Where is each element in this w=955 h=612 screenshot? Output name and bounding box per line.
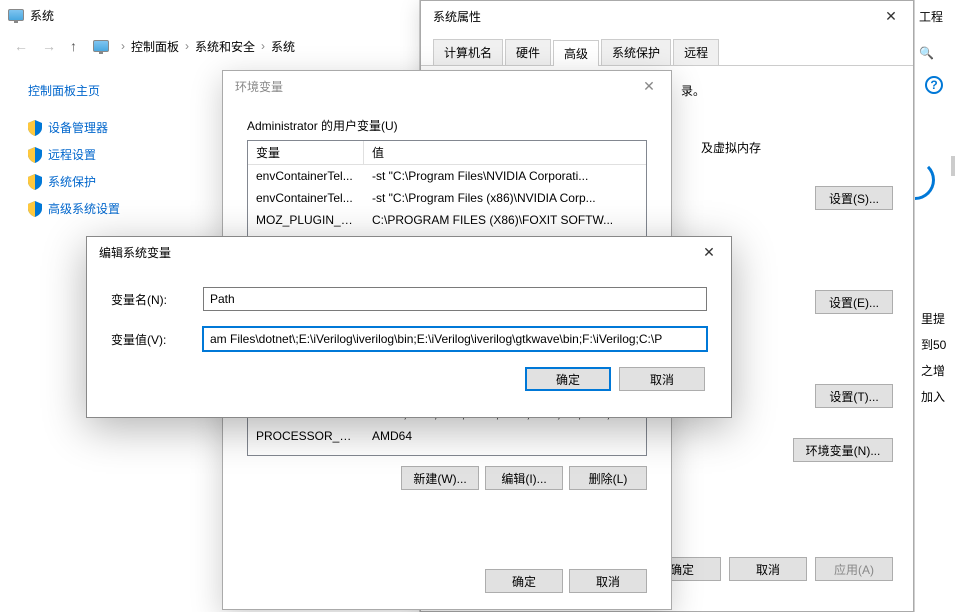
- monitor-icon: [93, 40, 109, 52]
- user-vars-label: Administrator 的用户变量(U): [247, 117, 647, 134]
- variable-name-input[interactable]: [203, 287, 707, 311]
- partial-title: 工程: [919, 8, 943, 25]
- tab-remote[interactable]: 远程: [673, 39, 719, 65]
- col-value[interactable]: 值: [364, 141, 646, 164]
- table-row[interactable]: envContainerTel... -st "C:\Program Files…: [248, 165, 646, 187]
- envvar-title: 环境变量: [235, 78, 283, 95]
- sidebar-item-label: 远程设置: [48, 146, 96, 163]
- var-name: envContainerTel...: [248, 189, 364, 207]
- close-icon[interactable]: ✕: [687, 237, 731, 267]
- delete-sys-var-button[interactable]: 删除(L): [569, 466, 647, 490]
- table-row[interactable]: MOZ_PLUGIN_PA... C:\PROGRAM FILES (X86)\…: [248, 209, 646, 231]
- help-icon[interactable]: ?: [925, 76, 943, 94]
- variable-value-row: 变量值(V):: [111, 327, 707, 351]
- partial-text: 之增: [921, 362, 945, 379]
- table-row[interactable]: PROCESSOR_AR... AMD64: [248, 425, 646, 447]
- chevron-right-icon: ›: [185, 39, 189, 53]
- envvar-bottom-buttons: 确定 取消: [485, 569, 647, 593]
- edit-ok-button[interactable]: 确定: [525, 367, 611, 391]
- back-arrow-icon[interactable]: ←: [10, 36, 32, 56]
- edit-cancel-button[interactable]: 取消: [619, 367, 705, 391]
- settings-e-button[interactable]: 设置(E)...: [815, 290, 893, 314]
- curve-icon: [914, 160, 935, 200]
- sidebar-item-label: 设备管理器: [48, 119, 108, 136]
- tab-advanced[interactable]: 高级: [553, 40, 599, 66]
- edit-dialog-titlebar[interactable]: 编辑系统变量 ✕: [87, 237, 731, 267]
- chevron-right-icon: ›: [261, 39, 265, 53]
- shield-icon: [28, 174, 42, 190]
- envvar-ok-button[interactable]: 确定: [485, 569, 563, 593]
- close-icon[interactable]: ✕: [869, 1, 913, 31]
- up-arrow-icon[interactable]: ↑: [66, 36, 81, 56]
- edit-sys-var-button[interactable]: 编辑(I)...: [485, 466, 563, 490]
- sysprop-apply-button[interactable]: 应用(A): [815, 557, 893, 581]
- right-partial-window: 工程 🔍 ? 里提 到50 之增 加入: [914, 0, 955, 612]
- partial-text: 里提: [921, 310, 945, 327]
- partial-text: 加入: [921, 388, 945, 405]
- sysprop-cancel-button[interactable]: 取消: [729, 557, 807, 581]
- envvar-cancel-button[interactable]: 取消: [569, 569, 647, 593]
- scrollbar-icon[interactable]: [951, 156, 955, 176]
- breadcrumb-item[interactable]: 系统: [271, 38, 295, 55]
- edit-dialog-body: 变量名(N): 变量值(V): 确定 取消: [87, 267, 731, 405]
- envvar-titlebar[interactable]: 环境变量 ✕: [223, 71, 671, 101]
- sidebar-item-label: 高级系统设置: [48, 200, 120, 217]
- tab-protection[interactable]: 系统保护: [601, 39, 671, 65]
- breadcrumb-bar: ← → ↑ › 控制面板 › 系统和安全 › 系统: [0, 30, 419, 62]
- edit-dialog-title: 编辑系统变量: [99, 244, 171, 261]
- search-icon[interactable]: 🔍: [919, 46, 934, 60]
- var-value: AMD64: [364, 427, 646, 445]
- sysprop-title: 系统属性: [433, 8, 481, 25]
- system-window-title: 系统: [30, 7, 54, 24]
- variable-name-row: 变量名(N):: [111, 287, 707, 311]
- sysprop-titlebar[interactable]: 系统属性 ✕: [421, 1, 913, 31]
- forward-arrow-icon[interactable]: →: [38, 36, 60, 56]
- breadcrumb-item[interactable]: 控制面板: [131, 38, 179, 55]
- edit-dialog-buttons: 确定 取消: [111, 367, 707, 391]
- var-value: -st "C:\Program Files\NVIDIA Corporati..…: [364, 167, 646, 185]
- sidebar-item-label: 系统保护: [48, 173, 96, 190]
- settings-s-button[interactable]: 设置(S)...: [815, 186, 893, 210]
- breadcrumb-item[interactable]: 系统和安全: [195, 38, 255, 55]
- partial-text: 到50: [921, 336, 946, 353]
- new-sys-var-button[interactable]: 新建(W)...: [401, 466, 479, 490]
- var-value: -st "C:\Program Files (x86)\NVIDIA Corp.…: [364, 189, 646, 207]
- tab-hardware[interactable]: 硬件: [505, 39, 551, 65]
- sysprop-bottom-buttons: 确定 取消 应用(A): [643, 557, 893, 581]
- system-titlebar: 系统: [0, 0, 419, 30]
- variable-value-input[interactable]: [203, 327, 707, 351]
- sysprop-tabs: 计算机名 硬件 高级 系统保护 远程: [421, 31, 913, 66]
- col-variable[interactable]: 变量: [248, 141, 364, 164]
- close-icon[interactable]: ✕: [627, 71, 671, 101]
- settings-t-button[interactable]: 设置(T)...: [815, 384, 893, 408]
- shield-icon: [28, 120, 42, 136]
- shield-icon: [28, 201, 42, 217]
- chevron-right-icon: ›: [121, 39, 125, 53]
- var-name: MOZ_PLUGIN_PA...: [248, 211, 364, 229]
- var-name: PROCESSOR_AR...: [248, 427, 364, 445]
- table-row[interactable]: envContainerTel... -st "C:\Program Files…: [248, 187, 646, 209]
- variable-value-label: 变量值(V):: [111, 331, 203, 348]
- envvar-button[interactable]: 环境变量(N)...: [793, 438, 893, 462]
- tab-computer-name[interactable]: 计算机名: [433, 39, 503, 65]
- monitor-icon: [8, 9, 24, 21]
- shield-icon: [28, 147, 42, 163]
- var-name: envContainerTel...: [248, 167, 364, 185]
- table-header: 变量 值: [248, 141, 646, 165]
- sys-vars-buttons: 新建(W)... 编辑(I)... 删除(L): [247, 466, 647, 490]
- user-vars-table[interactable]: 变量 值 envContainerTel... -st "C:\Program …: [247, 140, 647, 238]
- variable-name-label: 变量名(N):: [111, 291, 203, 308]
- edit-system-variable-dialog: 编辑系统变量 ✕ 变量名(N): 变量值(V): 确定 取消: [86, 236, 732, 418]
- var-value: C:\PROGRAM FILES (X86)\FOXIT SOFTW...: [364, 211, 646, 229]
